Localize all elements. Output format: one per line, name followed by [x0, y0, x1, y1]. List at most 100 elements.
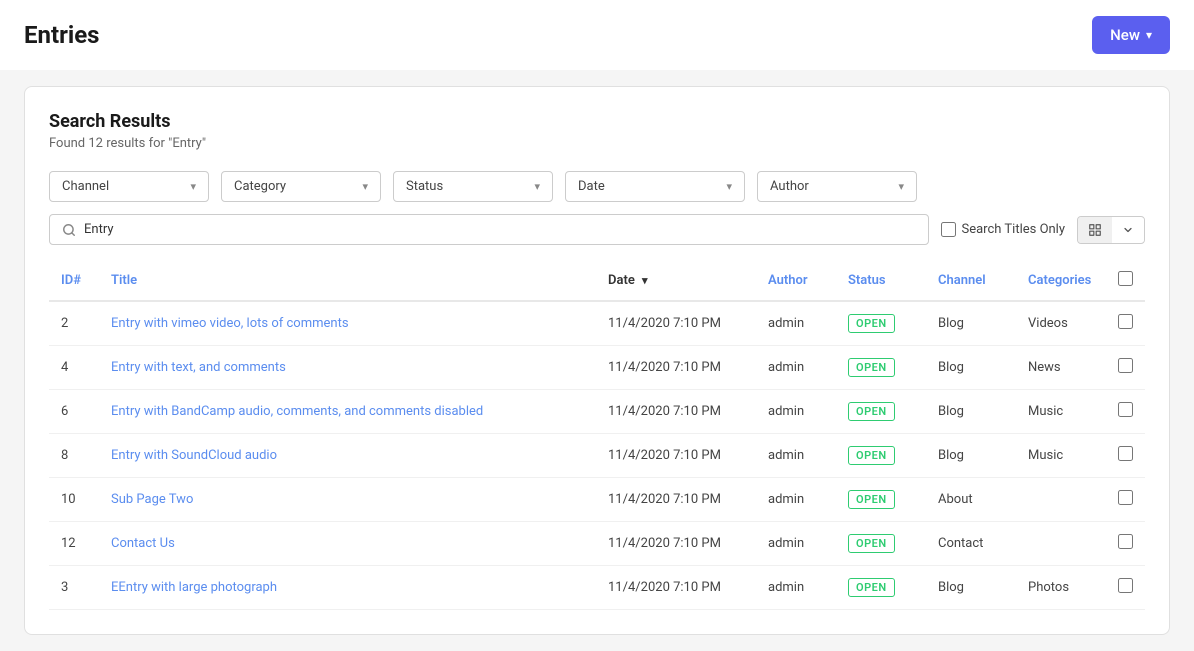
table-header-row: ID# Title Date ▾ Author Status Channel C…: [49, 261, 1145, 301]
entry-title-link[interactable]: Sub Page Two: [111, 492, 193, 507]
cell-author: admin: [756, 522, 836, 566]
date-filter-arrow: ▾: [726, 180, 732, 193]
status-badge: OPEN: [848, 314, 895, 333]
sort-icon: ▾: [642, 274, 648, 287]
row-select-checkbox[interactable]: [1118, 446, 1133, 461]
table-row: 2 Entry with vimeo video, lots of commen…: [49, 301, 1145, 346]
channel-filter[interactable]: Channel ▾: [49, 171, 209, 202]
cell-categories: Music: [1016, 390, 1106, 434]
cell-checkbox[interactable]: [1106, 434, 1145, 478]
entry-title-link[interactable]: EEntry with large photograph: [111, 580, 277, 595]
date-filter-label: Date: [578, 179, 605, 194]
cell-author: admin: [756, 301, 836, 346]
cell-date: 11/4/2020 7:10 PM: [596, 346, 756, 390]
search-titles-checkbox[interactable]: [941, 222, 956, 237]
cell-status: OPEN: [836, 522, 926, 566]
main-content: Search Results Found 12 results for "Ent…: [0, 70, 1194, 651]
search-row: Search Titles Only: [49, 214, 1145, 245]
cell-author: admin: [756, 478, 836, 522]
status-badge: OPEN: [848, 578, 895, 597]
row-select-checkbox[interactable]: [1118, 534, 1133, 549]
cell-id: 4: [49, 346, 99, 390]
col-header-channel: Channel: [926, 261, 1016, 301]
cell-categories: News: [1016, 346, 1106, 390]
col-header-title: Title: [99, 261, 596, 301]
status-filter-arrow: ▾: [534, 180, 540, 193]
cell-checkbox[interactable]: [1106, 566, 1145, 610]
cell-date: 11/4/2020 7:10 PM: [596, 478, 756, 522]
status-badge: OPEN: [848, 490, 895, 509]
cell-date: 11/4/2020 7:10 PM: [596, 390, 756, 434]
author-filter[interactable]: Author ▾: [757, 171, 917, 202]
cell-date: 11/4/2020 7:10 PM: [596, 522, 756, 566]
cell-title: Entry with text, and comments: [99, 346, 596, 390]
table-row: 10 Sub Page Two 11/4/2020 7:10 PM admin …: [49, 478, 1145, 522]
cell-title: Entry with BandCamp audio, comments, and…: [99, 390, 596, 434]
status-badge: OPEN: [848, 446, 895, 465]
chevron-down-icon: [1122, 224, 1134, 236]
cell-channel: About: [926, 478, 1016, 522]
status-badge: OPEN: [848, 358, 895, 377]
cell-author: admin: [756, 390, 836, 434]
cell-status: OPEN: [836, 434, 926, 478]
col-header-categories: Categories: [1016, 261, 1106, 301]
status-badge: OPEN: [848, 402, 895, 421]
cell-id: 2: [49, 301, 99, 346]
row-select-checkbox[interactable]: [1118, 314, 1133, 329]
cell-date: 11/4/2020 7:10 PM: [596, 301, 756, 346]
row-select-checkbox[interactable]: [1118, 402, 1133, 417]
cell-categories: Photos: [1016, 566, 1106, 610]
page-title: Entries: [24, 21, 100, 49]
col-header-date[interactable]: Date ▾: [596, 261, 756, 301]
cell-id: 12: [49, 522, 99, 566]
new-button[interactable]: New ▾: [1092, 16, 1170, 54]
search-titles-text: Search Titles Only: [962, 222, 1066, 237]
col-header-select-all[interactable]: [1106, 261, 1145, 301]
author-filter-label: Author: [770, 179, 809, 194]
cell-categories: [1016, 478, 1106, 522]
channel-filter-arrow: ▾: [190, 180, 196, 193]
entry-title-link[interactable]: Entry with text, and comments: [111, 360, 286, 375]
entry-title-link[interactable]: Entry with SoundCloud audio: [111, 448, 277, 463]
status-filter-label: Status: [406, 179, 443, 194]
view-toggle: [1077, 216, 1145, 244]
grid-view-button[interactable]: [1078, 217, 1112, 243]
cell-title: EEntry with large photograph: [99, 566, 596, 610]
cell-channel: Blog: [926, 566, 1016, 610]
entry-title-link[interactable]: Entry with BandCamp audio, comments, and…: [111, 404, 483, 419]
entries-table-wrapper: ID# Title Date ▾ Author Status Channel C…: [49, 261, 1145, 610]
col-header-author: Author: [756, 261, 836, 301]
entry-title-link[interactable]: Contact Us: [111, 536, 175, 551]
category-filter[interactable]: Category ▾: [221, 171, 381, 202]
table-row: 4 Entry with text, and comments 11/4/202…: [49, 346, 1145, 390]
search-input[interactable]: [84, 222, 916, 237]
cell-checkbox[interactable]: [1106, 346, 1145, 390]
cell-checkbox[interactable]: [1106, 522, 1145, 566]
status-filter[interactable]: Status ▾: [393, 171, 553, 202]
cell-checkbox[interactable]: [1106, 478, 1145, 522]
cell-checkbox[interactable]: [1106, 301, 1145, 346]
cell-status: OPEN: [836, 301, 926, 346]
table-row: 3 EEntry with large photograph 11/4/2020…: [49, 566, 1145, 610]
col-header-status: Status: [836, 261, 926, 301]
table-row: 6 Entry with BandCamp audio, comments, a…: [49, 390, 1145, 434]
cell-checkbox[interactable]: [1106, 390, 1145, 434]
page-header: Entries New ▾: [0, 0, 1194, 70]
select-all-checkbox[interactable]: [1118, 271, 1133, 286]
status-badge: OPEN: [848, 534, 895, 553]
search-titles-label[interactable]: Search Titles Only: [941, 222, 1066, 237]
new-button-label: New: [1110, 26, 1140, 44]
cell-categories: [1016, 522, 1106, 566]
cell-status: OPEN: [836, 478, 926, 522]
col-header-id: ID#: [49, 261, 99, 301]
chevron-down-view-button[interactable]: [1112, 218, 1144, 242]
date-filter[interactable]: Date ▾: [565, 171, 745, 202]
table-row: 12 Contact Us 11/4/2020 7:10 PM admin OP…: [49, 522, 1145, 566]
row-select-checkbox[interactable]: [1118, 358, 1133, 373]
search-results-subtitle: Found 12 results for "Entry": [49, 136, 1145, 151]
entry-title-link[interactable]: Entry with vimeo video, lots of comments: [111, 316, 349, 331]
category-filter-label: Category: [234, 179, 286, 194]
row-select-checkbox[interactable]: [1118, 490, 1133, 505]
row-select-checkbox[interactable]: [1118, 578, 1133, 593]
cell-id: 10: [49, 478, 99, 522]
